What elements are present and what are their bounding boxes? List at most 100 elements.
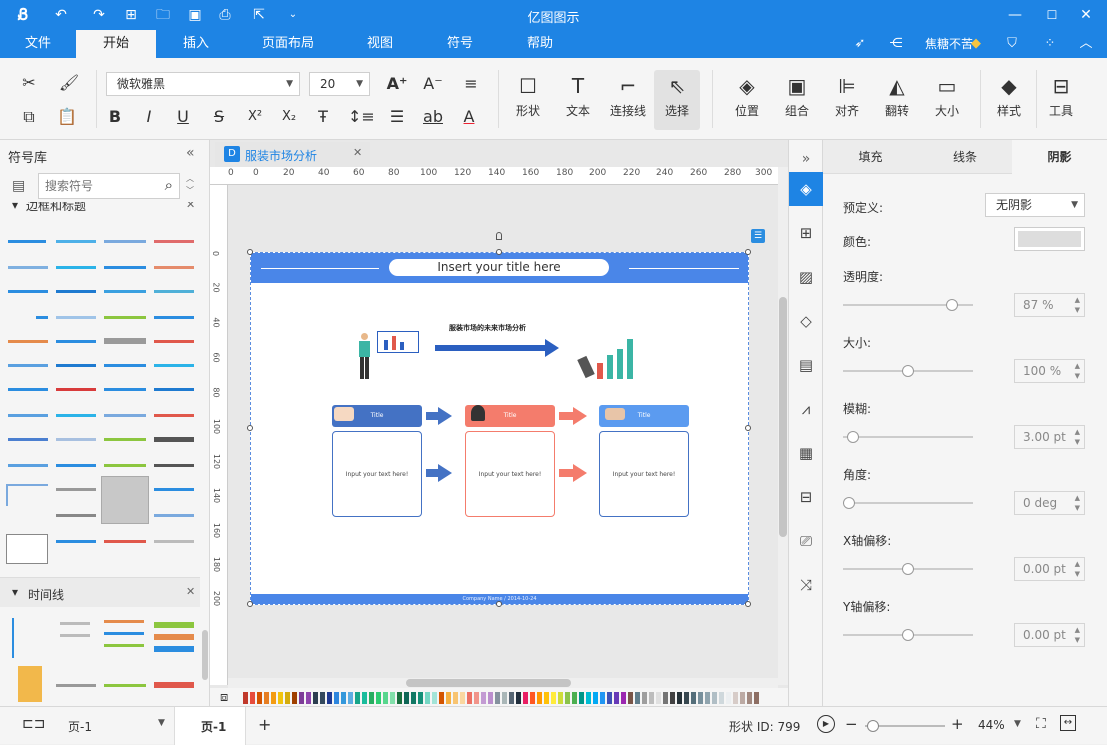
color-swatch[interactable] <box>516 692 521 704</box>
color-swatch[interactable] <box>418 692 423 704</box>
color-swatch[interactable] <box>726 692 731 704</box>
share-icon[interactable]: ⋲ <box>886 30 906 58</box>
color-swatch[interactable] <box>551 692 556 704</box>
format-painter-icon[interactable]: 🖌 <box>58 72 80 94</box>
color-swatch[interactable] <box>649 692 654 704</box>
angle-input[interactable]: 0 deg ▲ ▼ <box>1014 491 1085 515</box>
zoom-knob[interactable] <box>867 720 879 732</box>
color-swatch[interactable] <box>754 692 759 704</box>
position-button[interactable]: ◈ 位置 <box>724 72 770 119</box>
resize-handle[interactable] <box>745 249 751 255</box>
size-input[interactable]: 100 % ▲ ▼ <box>1014 359 1085 383</box>
blur-slider[interactable] <box>843 431 973 443</box>
resize-handle[interactable] <box>247 425 253 431</box>
color-swatch[interactable] <box>439 692 444 704</box>
maximize-icon[interactable]: ☐ <box>1043 6 1061 24</box>
vertical-scrollbar[interactable] <box>778 167 788 685</box>
y-offset-knob[interactable] <box>902 629 914 641</box>
menu-help[interactable]: 帮助 <box>516 30 564 58</box>
color-swatch[interactable] <box>691 692 696 704</box>
menu-symbols[interactable]: 符号 <box>436 30 484 58</box>
card-2-body[interactable]: Input your text here! <box>465 431 555 517</box>
resize-handle[interactable] <box>496 249 502 255</box>
symbol-search-input[interactable] <box>45 175 155 197</box>
grid-icon[interactable]: ⊞ <box>795 222 817 244</box>
connector-tool-button[interactable]: ⌐ 连接线 <box>605 72 651 119</box>
color-swatch[interactable] <box>348 692 353 704</box>
color-swatch[interactable] <box>509 692 514 704</box>
cut-icon[interactable]: ✂ <box>18 72 40 94</box>
color-swatch[interactable] <box>600 692 605 704</box>
color-swatch[interactable] <box>565 692 570 704</box>
color-swatch[interactable] <box>390 692 395 704</box>
italic-icon[interactable]: I <box>138 106 160 128</box>
color-swatch[interactable] <box>530 692 535 704</box>
color-swatch[interactable] <box>495 692 500 704</box>
color-swatch[interactable] <box>397 692 402 704</box>
color-swatch[interactable] <box>719 692 724 704</box>
color-swatch[interactable] <box>432 692 437 704</box>
fit-page-icon[interactable]: ⛶ <box>1036 716 1046 732</box>
color-swatch[interactable] <box>425 692 430 704</box>
y-offset-slider[interactable] <box>843 629 973 641</box>
page-selector[interactable]: 页-1 <box>68 718 92 735</box>
font-family-select[interactable]: 微软雅黑 ▼ <box>106 72 300 96</box>
expand-panel-icon[interactable]: » <box>795 148 817 170</box>
align-button[interactable]: ⊫ 对齐 <box>824 72 870 119</box>
card-1-body[interactable]: Input your text here! <box>332 431 422 517</box>
tools-button[interactable]: ⊟ 工具 <box>1038 72 1084 119</box>
color-swatch[interactable] <box>684 692 689 704</box>
close-section-icon[interactable]: ✕ <box>186 202 195 211</box>
rotate-handle[interactable] <box>496 232 502 240</box>
color-swatch[interactable] <box>621 692 626 704</box>
document-tab[interactable]: D 服装市场分析 ✕ <box>215 142 370 167</box>
shadow-color-picker[interactable] <box>1014 227 1085 251</box>
color-swatch[interactable] <box>404 692 409 704</box>
shape-tool-button[interactable]: ☐ 形状 <box>505 72 551 119</box>
chart-icon[interactable]: ⩘ <box>795 398 817 420</box>
customize-icon[interactable]: ⌄ <box>284 6 302 24</box>
color-swatch[interactable] <box>670 692 675 704</box>
tab-line[interactable]: 线条 <box>918 140 1012 174</box>
theme-shirt-icon[interactable]: ⛉ <box>1000 30 1024 58</box>
color-swatch[interactable] <box>712 692 717 704</box>
color-swatch[interactable] <box>607 692 612 704</box>
color-swatch[interactable] <box>705 692 710 704</box>
close-section-icon[interactable]: ✕ <box>186 585 195 598</box>
color-swatch[interactable] <box>572 692 577 704</box>
fit-width-icon[interactable]: ↔ <box>1060 715 1076 731</box>
add-page-button[interactable]: + <box>258 715 271 734</box>
color-swatch[interactable] <box>635 692 640 704</box>
color-swatch[interactable] <box>698 692 703 704</box>
y-offset-input[interactable]: 0.00 pt ▲ ▼ <box>1014 623 1085 647</box>
font-size-select[interactable]: 20 ▼ <box>309 72 370 96</box>
opacity-knob[interactable] <box>946 299 958 311</box>
subscript-icon[interactable]: X₂ <box>278 106 300 128</box>
page-icon[interactable]: ▤ <box>795 354 817 376</box>
color-swatch[interactable] <box>376 692 381 704</box>
close-tab-icon[interactable]: ✕ <box>353 146 362 159</box>
superscript-icon[interactable]: X² <box>244 106 266 128</box>
bullets-icon[interactable]: ☰ <box>386 106 408 128</box>
color-swatch[interactable] <box>579 692 584 704</box>
color-swatch[interactable] <box>320 692 325 704</box>
menu-view[interactable]: 视图 <box>356 30 404 58</box>
color-swatch[interactable] <box>369 692 374 704</box>
minimize-icon[interactable]: — <box>1006 6 1024 24</box>
color-swatch[interactable] <box>474 692 479 704</box>
color-swatch[interactable] <box>383 692 388 704</box>
collapse-panel-icon[interactable]: « <box>186 145 195 161</box>
library-menu-icon[interactable]: ▤ <box>12 178 25 194</box>
line-spacing-icon[interactable]: ↕≡ <box>348 106 375 128</box>
underline-icon[interactable]: U <box>172 106 194 128</box>
blur-input[interactable]: 3.00 pt ▲ ▼ <box>1014 425 1085 449</box>
tab-shadow[interactable]: 阴影 <box>1012 140 1107 174</box>
x-offset-input[interactable]: 0.00 pt ▲ ▼ <box>1014 557 1085 581</box>
search-icon[interactable]: ⌕ <box>165 176 173 194</box>
color-swatch[interactable] <box>467 692 472 704</box>
color-swatch[interactable] <box>481 692 486 704</box>
color-swatch[interactable] <box>747 692 752 704</box>
color-swatch[interactable] <box>341 692 346 704</box>
page-tab[interactable]: 页-1 <box>174 707 246 745</box>
color-swatch[interactable] <box>523 692 528 704</box>
